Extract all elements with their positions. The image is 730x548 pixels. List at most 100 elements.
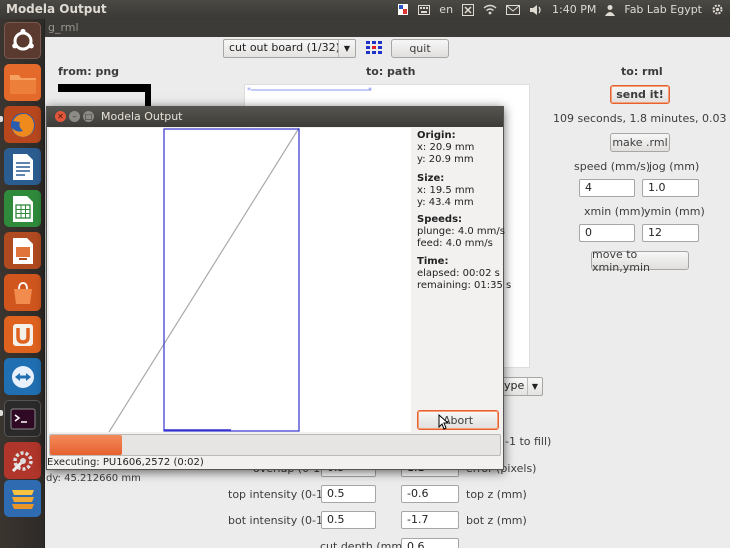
launcher-software-center[interactable]	[4, 274, 41, 311]
bot-z-label: bot z (mm)	[466, 514, 527, 527]
cut-depth-input[interactable]: 0.6	[401, 538, 459, 548]
teamviewer-icon	[11, 365, 34, 388]
travel-move-line	[108, 127, 300, 433]
launcher-writer[interactable]	[4, 148, 41, 185]
writer-document-icon	[12, 153, 33, 180]
clock[interactable]: 1:40 PM	[552, 3, 596, 16]
wrench-gear-icon	[11, 450, 33, 472]
origin-y: y: 20.9 mm	[417, 154, 474, 165]
launcher-ubuntu-dash[interactable]	[4, 22, 41, 59]
running-indicator	[0, 116, 3, 122]
ymin-label: ymin (mm)	[644, 205, 705, 218]
send-it-button[interactable]: send it!	[610, 85, 670, 104]
chevron-down-icon: ▼	[527, 378, 542, 395]
shopping-bag-icon	[13, 281, 32, 304]
top-z-input[interactable]: -0.6	[401, 485, 459, 503]
size-y: y: 43.4 mm	[417, 197, 474, 208]
wifi-icon[interactable]	[483, 3, 497, 17]
make-rml-button[interactable]: make .rml	[610, 133, 670, 152]
stacked-layers-icon	[11, 489, 34, 509]
maximize-icon[interactable]: □	[83, 111, 94, 122]
time-estimate: 109 seconds, 1.8 minutes, 0.03 hours	[553, 112, 730, 125]
bot-intensity-input[interactable]: 0.5	[321, 511, 376, 529]
power-gear-icon[interactable]	[711, 3, 724, 17]
fill-hint-label: -1 to fill)	[505, 435, 552, 448]
calc-spreadsheet-icon	[12, 195, 33, 222]
folder-icon	[9, 74, 36, 94]
active-window-title: Modela Output	[6, 2, 107, 16]
mail-icon[interactable]	[506, 3, 521, 17]
launcher-files[interactable]	[4, 64, 41, 101]
top-intensity-label: top intensity (0-1)	[228, 488, 328, 501]
launcher-system-settings[interactable]	[4, 442, 41, 479]
grid-dots-icon[interactable]	[366, 41, 382, 55]
remaining-time: remaining: 01:35 s	[417, 280, 512, 291]
user-icon	[605, 3, 616, 17]
type-select-value: ype	[504, 379, 525, 392]
speed-input[interactable]: 4	[579, 179, 635, 197]
minimize-icon[interactable]: –	[69, 111, 80, 122]
type-select[interactable]: ype ▼	[501, 377, 543, 396]
main-window-title: g_rml	[48, 21, 79, 34]
bot-z-input[interactable]: -1.7	[401, 511, 459, 529]
terminal-icon	[10, 408, 35, 429]
launcher-workspace[interactable]	[4, 480, 41, 517]
toolpath-canvas	[49, 127, 411, 433]
system-tray: en 1:40 PM Fab Lab Egypt	[397, 0, 724, 19]
origin-info: Origin: x: 20.9 mm y: 20.9 mm	[417, 130, 474, 166]
dialog-titlebar[interactable]: ✕ – □ Modela Output	[47, 107, 503, 127]
board-select[interactable]: cut out board (1/32) ▼	[223, 39, 356, 58]
speeds-title: Speeds:	[417, 214, 463, 225]
user-name[interactable]: Fab Lab Egypt	[624, 3, 702, 16]
main-window-titlebar: g_rml	[45, 19, 730, 37]
quit-button[interactable]: quit	[391, 39, 449, 58]
origin-title: Origin:	[417, 130, 456, 141]
time-info: Time: elapsed: 00:02 s remaining: 01:35 …	[417, 256, 511, 292]
firefox-icon	[10, 112, 35, 137]
mouse-cursor-icon	[438, 414, 449, 430]
jog-input[interactable]: 1.0	[642, 179, 699, 197]
execution-status: Executing: PU1606,2572 (0:02)	[47, 457, 204, 468]
xmin-label: xmin (mm)	[584, 205, 645, 218]
dy-readout: dy: 45.212660 mm	[46, 473, 141, 484]
keyboard-layout-indicator[interactable]: en	[439, 3, 453, 16]
from-header: from: png	[58, 65, 120, 78]
top-panel: Modela Output en 1:40 PM Fab Lab Egypt	[0, 0, 730, 19]
plunge-speed: plunge: 4.0 mm/s	[417, 226, 505, 237]
launcher-firefox[interactable]	[4, 106, 41, 143]
keyboard-icon[interactable]	[418, 3, 431, 17]
origin-x: x: 20.9 mm	[417, 142, 475, 153]
xmin-input[interactable]: 0	[579, 224, 635, 242]
size-title: Size:	[417, 173, 445, 184]
job-progress-fill	[50, 435, 122, 455]
jog-label: jog (mm)	[649, 160, 700, 173]
launcher-terminal[interactable]	[4, 400, 41, 437]
board-select-value: cut out board (1/32)	[229, 41, 340, 54]
launcher-ubuntu-one[interactable]	[4, 316, 41, 353]
move-to-xmin-ymin-button[interactable]: move to xmin,ymin	[591, 248, 689, 274]
job-progress-bar	[49, 434, 501, 456]
launcher-teamviewer[interactable]	[4, 358, 41, 395]
png-preview	[58, 84, 151, 92]
cut-outline-rect	[163, 128, 300, 432]
top-intensity-input[interactable]: 0.5	[321, 485, 376, 503]
abort-button[interactable]: Abort	[417, 410, 499, 430]
modela-output-dialog: ✕ – □ Modela Output Origin: x: 20.9 mm y…	[46, 106, 511, 470]
close-icon[interactable]: ✕	[55, 111, 66, 122]
impress-presentation-icon	[12, 237, 33, 264]
size-x: x: 19.5 mm	[417, 185, 475, 196]
svg-text:*: *	[368, 86, 372, 95]
notification-flag-icon[interactable]	[397, 3, 409, 17]
launcher-impress[interactable]	[4, 232, 41, 269]
feed-speed: feed: 4.0 mm/s	[417, 238, 493, 249]
close-box-icon[interactable]	[462, 3, 475, 17]
to-rml-header: to: rml	[621, 65, 663, 78]
speed-label: speed (mm/s)	[574, 160, 651, 173]
size-info: Size: x: 19.5 mm y: 43.4 mm	[417, 173, 474, 209]
launcher-calc[interactable]	[4, 190, 41, 227]
ymin-input[interactable]: 12	[642, 224, 699, 242]
time-title: Time:	[417, 256, 449, 267]
launcher	[0, 19, 45, 548]
bot-intensity-label: bot intensity (0-1)	[228, 514, 328, 527]
volume-icon[interactable]	[529, 3, 543, 17]
